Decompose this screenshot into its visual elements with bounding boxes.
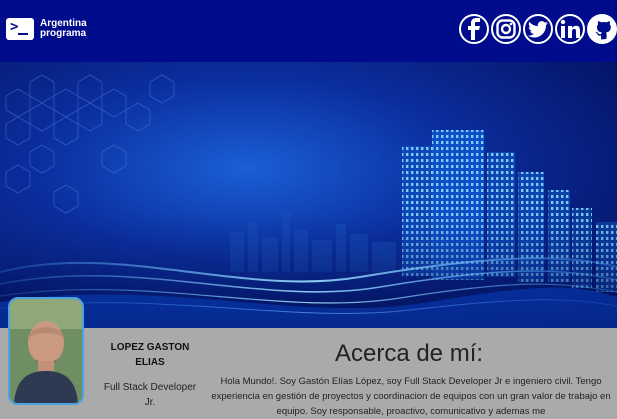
linkedin-icon[interactable] xyxy=(555,14,585,44)
navbar: > Argentina programa xyxy=(0,0,617,62)
twitter-icon[interactable] xyxy=(523,14,553,44)
github-icon[interactable] xyxy=(587,14,617,44)
profile-role: Full Stack Developer Jr. xyxy=(103,382,197,408)
hero-banner xyxy=(0,62,617,328)
argentina-programa-logo[interactable]: > Argentina programa xyxy=(6,18,87,40)
facebook-icon[interactable] xyxy=(459,14,489,44)
logo-line-2: programa xyxy=(40,28,87,39)
profile-photo xyxy=(8,297,84,405)
terminal-icon: > xyxy=(6,18,34,40)
about-text: Hola Mundo!. Soy Gastón Elías López, soy… xyxy=(211,376,611,417)
logo-text: Argentina programa xyxy=(40,19,87,39)
social-links xyxy=(459,14,617,44)
profile-name: LOPEZ GASTON ELIAS xyxy=(110,342,190,368)
city-skyline-image xyxy=(0,74,617,328)
instagram-icon[interactable] xyxy=(491,14,521,44)
about-title: Acerca de mí: xyxy=(334,340,484,367)
